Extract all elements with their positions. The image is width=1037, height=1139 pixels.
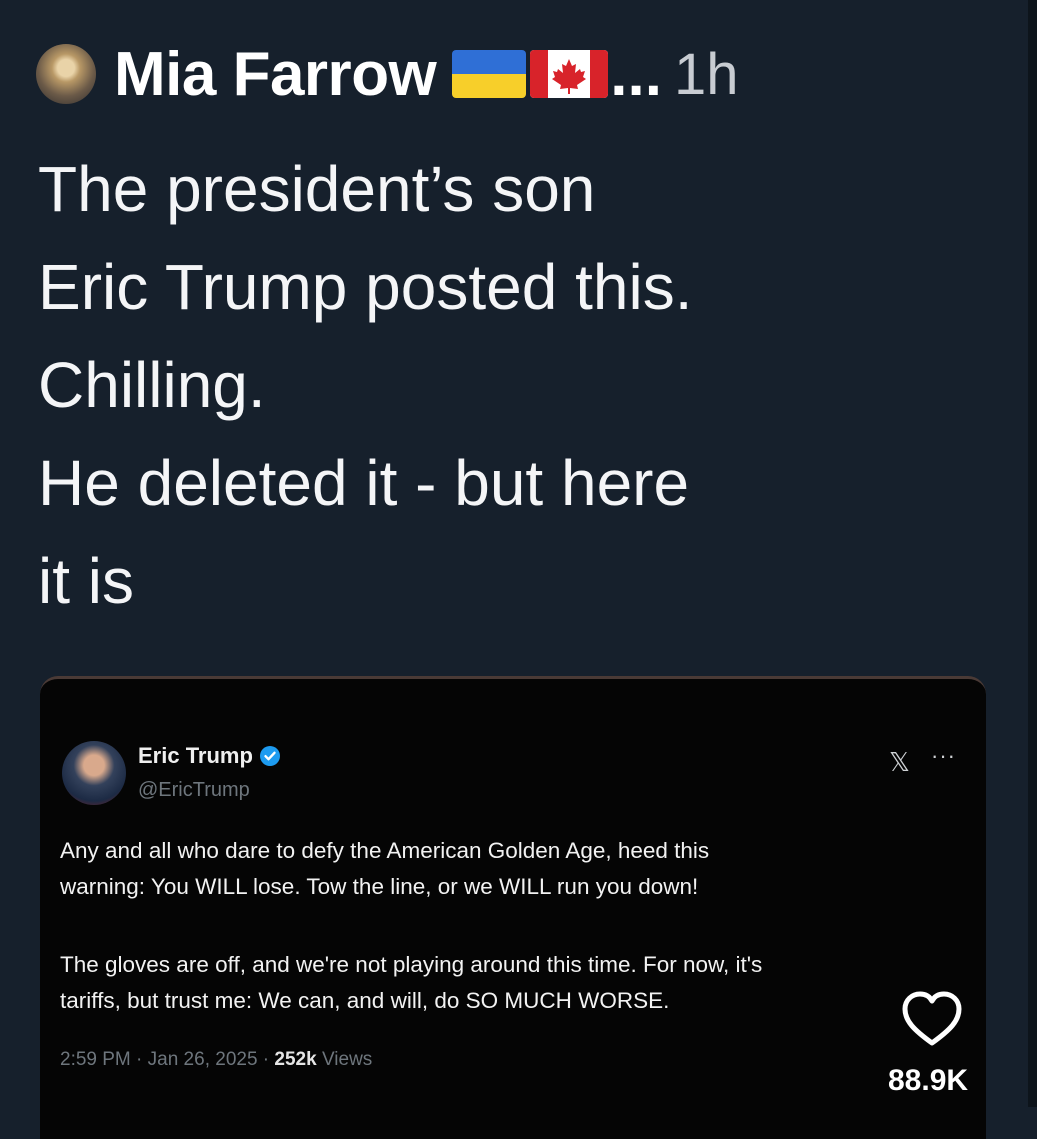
embedded-author-name: Eric Trump	[138, 743, 253, 768]
tweet-header: Mia Farrow ... 1h	[36, 34, 739, 114]
embedded-text-line: warning: You WILL lose. Tow the line, or…	[60, 874, 699, 899]
tweet-line: it is	[38, 545, 134, 617]
embedded-author-avatar	[62, 741, 126, 805]
x-logo-icon: 𝕏	[889, 747, 910, 777]
embedded-post-meta: 2:59 PM · Jan 26, 2025 · 252k Views	[60, 1049, 372, 1071]
author-avatar[interactable]	[36, 44, 96, 104]
verified-badge-icon	[259, 746, 280, 766]
author-name[interactable]: Mia Farrow	[114, 39, 437, 110]
embedded-author-name-row: Eric Trump	[138, 743, 281, 769]
like-count: 88.9K	[888, 1064, 969, 1097]
embedded-timestamp: 2:59 PM · Jan 26, 2025 ·	[60, 1049, 275, 1070]
tweet-line: He deleted it - but here	[38, 447, 690, 519]
name-ellipsis: ...	[610, 39, 662, 109]
embedded-paragraph-2: The gloves are off, and we're not playin…	[60, 947, 940, 1019]
embedded-text-line: Any and all who dare to defy the America…	[60, 838, 710, 863]
embedded-views-count: 252k	[274, 1049, 317, 1070]
post-time[interactable]: 1h	[674, 41, 739, 108]
tweet-line: Eric Trump posted this.	[38, 251, 693, 323]
embedded-text-line: tariffs, but trust me: We can, and will,…	[60, 988, 670, 1013]
embedded-paragraph-1: Any and all who dare to defy the America…	[60, 833, 940, 905]
embedded-views-label: Views	[316, 1049, 373, 1070]
embedded-post-screenshot[interactable]: Eric Trump @EricTrump 𝕏 ··· Any and all …	[40, 676, 986, 1139]
more-options-icon: ···	[931, 743, 956, 768]
embedded-text-line: The gloves are off, and we're not playin…	[60, 952, 763, 977]
ukraine-flag-icon	[452, 50, 527, 98]
like-heart-icon[interactable]	[900, 990, 964, 1048]
canada-flag-icon	[530, 50, 609, 98]
tweet-body: The president’s son Eric Trump posted th…	[38, 140, 1018, 630]
right-edge-divider	[1028, 0, 1037, 1107]
embedded-author-handle: @EricTrump	[138, 779, 250, 801]
tweet-line: Chilling.	[38, 349, 266, 421]
tweet-line: The president’s son	[38, 153, 596, 225]
